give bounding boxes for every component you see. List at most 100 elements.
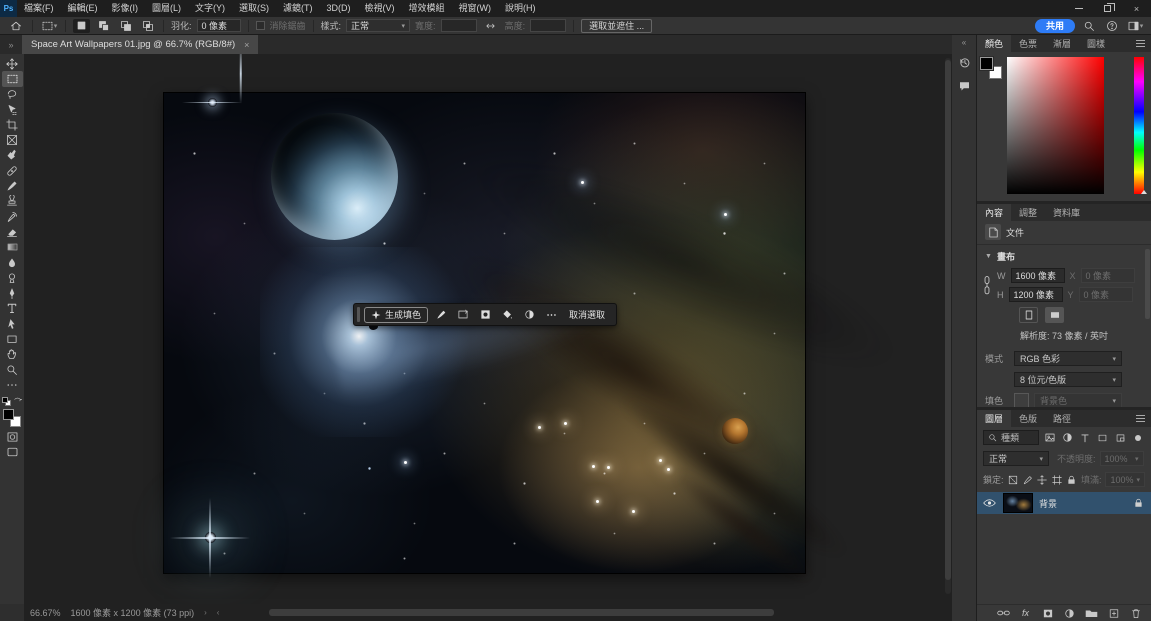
expand-panels-icon[interactable]: « [962, 38, 966, 47]
invert-adjustment-icon[interactable] [520, 307, 538, 323]
fill-selection-icon[interactable] [498, 307, 516, 323]
deselect-button[interactable]: 取消選取 [564, 308, 610, 321]
contextual-task-bar[interactable]: 生成填色 取消選取 [353, 303, 617, 326]
restore-icon[interactable] [1093, 0, 1122, 17]
layer-name[interactable]: 背景 [1039, 497, 1057, 510]
spot-healing-brush-tool-icon[interactable] [2, 163, 23, 178]
color-panel-fg-bg-swatches[interactable] [980, 57, 1002, 79]
layer-row-background[interactable]: 背景 [977, 492, 1151, 514]
search-icon[interactable] [1080, 18, 1098, 33]
height-value-input[interactable]: 1200 像素 [1009, 287, 1063, 302]
document-tab[interactable]: Space Art Wallpapers 01.jpg @ 66.7% (RGB… [22, 35, 258, 54]
tab-overflow-icon[interactable]: » [0, 35, 22, 54]
lock-transparency-icon[interactable] [1008, 472, 1019, 487]
shape-tool-icon[interactable] [2, 331, 23, 346]
menu-image[interactable]: 影像(I) [105, 0, 146, 17]
hand-tool-icon[interactable] [2, 347, 23, 362]
new-selection-button[interactable] [73, 19, 90, 33]
add-to-selection-button[interactable] [95, 19, 112, 33]
tab-layers[interactable]: 圖層 [977, 410, 1011, 427]
quick-mask-mode-icon[interactable] [2, 430, 23, 445]
lock-all-icon[interactable] [1066, 472, 1077, 487]
delete-layer-icon[interactable] [1128, 607, 1143, 620]
antialias-checkbox[interactable] [256, 21, 265, 30]
eyedropper-tool-icon[interactable] [2, 148, 23, 163]
close-icon[interactable]: × [1122, 0, 1151, 17]
layers-panel-menu-icon[interactable] [1136, 410, 1151, 427]
tool-preset-marquee-icon[interactable]: ▾ [40, 18, 58, 33]
generative-fill-button[interactable]: 生成填色 [364, 307, 428, 323]
horizontal-scrollbar[interactable] [269, 609, 774, 616]
foreground-color-swatch[interactable] [3, 409, 14, 420]
select-and-mask-button[interactable]: 選取並遮住 ... [581, 19, 652, 33]
adjust-image-icon[interactable] [454, 307, 472, 323]
frame-tool-icon[interactable] [2, 132, 23, 147]
move-tool-icon[interactable] [2, 56, 23, 71]
edit-toolbar-icon[interactable] [2, 377, 23, 392]
hscroll-left-icon[interactable]: ‹ [217, 608, 220, 617]
crop-tool-icon[interactable] [2, 117, 23, 132]
menu-file[interactable]: 檔案(F) [17, 0, 61, 17]
menu-layer[interactable]: 圖層(L) [145, 0, 188, 17]
width-value-input[interactable]: 1600 像素 [1011, 268, 1065, 283]
home-icon[interactable] [7, 18, 25, 33]
gradient-tool-icon[interactable] [2, 240, 23, 255]
filter-type-layers-icon[interactable] [1078, 430, 1092, 445]
menu-help[interactable]: 說明(H) [498, 0, 543, 17]
filter-image-layers-icon[interactable] [1043, 430, 1057, 445]
layer-effects-icon[interactable]: fx [1018, 607, 1033, 620]
properties-scrollbar[interactable] [1145, 249, 1150, 319]
width-input[interactable] [441, 19, 477, 32]
type-tool-icon[interactable] [2, 301, 23, 316]
link-dimensions-icon[interactable] [482, 18, 500, 33]
tab-color[interactable]: 顏色 [977, 35, 1011, 52]
canvas-fill-swatch[interactable] [1014, 393, 1029, 407]
new-adjustment-layer-icon[interactable] [1062, 607, 1077, 620]
history-icon[interactable] [958, 56, 971, 71]
lock-position-icon[interactable] [1037, 472, 1048, 487]
menu-filter[interactable]: 濾鏡(T) [276, 0, 320, 17]
history-brush-tool-icon[interactable] [2, 209, 23, 224]
link-layers-icon[interactable] [996, 607, 1011, 620]
zoom-level[interactable]: 66.67% [30, 608, 61, 618]
clone-stamp-tool-icon[interactable] [2, 194, 23, 209]
comments-icon[interactable] [958, 80, 971, 94]
eraser-tool-icon[interactable] [2, 224, 23, 239]
lasso-tool-icon[interactable] [2, 87, 23, 102]
screen-mode-icon[interactable] [2, 445, 23, 460]
saturation-brightness-field[interactable] [1007, 57, 1104, 194]
add-layer-mask-icon[interactable] [1040, 607, 1055, 620]
default-colors-icon[interactable] [2, 397, 11, 406]
tab-gradients[interactable]: 漸層 [1045, 35, 1079, 52]
path-selection-tool-icon[interactable] [2, 316, 23, 331]
canvas-area[interactable]: 生成填色 取消選取 [24, 54, 952, 604]
canvas-section-header[interactable]: ▼畫布 [977, 246, 1151, 267]
tab-adjustments[interactable]: 調整 [1011, 204, 1045, 221]
layer-filter-kind[interactable]: 種類 [983, 430, 1039, 445]
tab-channels[interactable]: 色版 [1011, 410, 1045, 427]
share-button[interactable]: 共用 [1035, 19, 1075, 33]
lock-artboard-icon[interactable] [1052, 472, 1063, 487]
menu-type[interactable]: 文字(Y) [188, 0, 232, 17]
blend-mode-select[interactable]: 正常▾ [983, 451, 1049, 466]
vertical-scrollbar[interactable] [945, 58, 951, 594]
more-options-icon[interactable] [542, 307, 560, 323]
swap-colors-icon[interactable] [13, 396, 22, 407]
zoom-tool-icon[interactable] [2, 362, 23, 377]
bit-depth-select[interactable]: 8 位元/色版▾ [1014, 372, 1122, 387]
document-image[interactable]: 生成填色 取消選取 [164, 93, 805, 573]
blur-tool-icon[interactable] [2, 255, 23, 270]
dodge-tool-icon[interactable] [2, 270, 23, 285]
menu-3d[interactable]: 3D(D) [320, 0, 358, 17]
menu-view[interactable]: 檢視(V) [358, 0, 402, 17]
rectangular-marquee-tool-icon[interactable] [2, 71, 23, 86]
taskbar-grip-handle[interactable] [357, 307, 360, 322]
filter-smart-objects-icon[interactable] [1114, 430, 1128, 445]
hue-slider[interactable] [1134, 57, 1144, 194]
menu-plugins[interactable]: 增效模組 [402, 0, 452, 17]
object-selection-tool-icon[interactable] [2, 102, 23, 117]
tab-patterns[interactable]: 圖樣 [1079, 35, 1113, 52]
hue-slider-marker[interactable] [1141, 190, 1147, 194]
tab-close-icon[interactable]: × [244, 40, 249, 50]
filter-adjustment-layers-icon[interactable] [1061, 430, 1075, 445]
